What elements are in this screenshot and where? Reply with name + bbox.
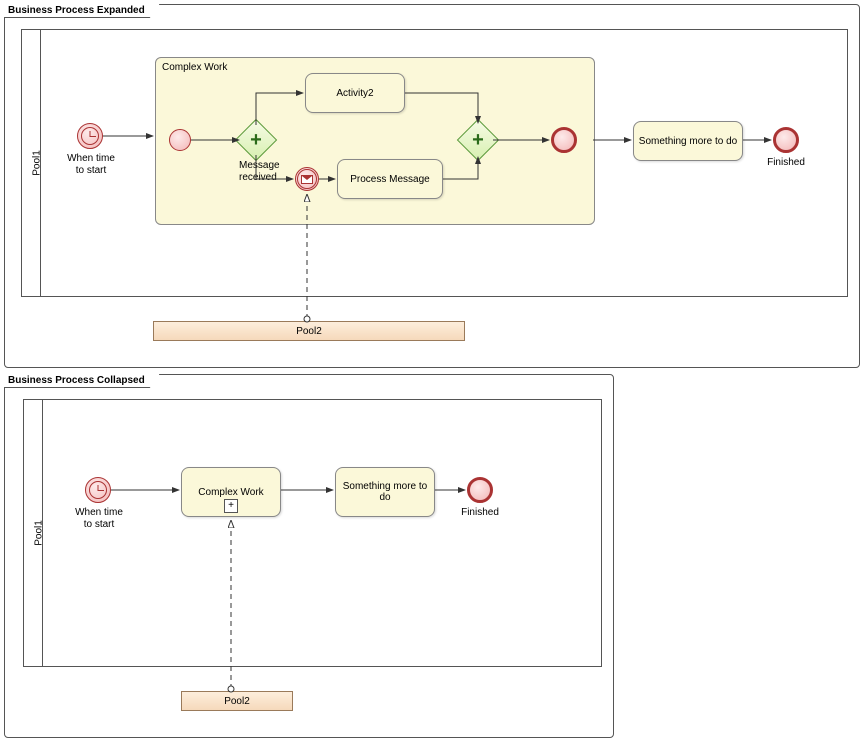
plus-icon: + <box>472 130 484 150</box>
activity-complex-work-collapsed[interactable]: Complex Work + <box>181 467 281 517</box>
clock-icon <box>81 127 99 145</box>
clock-icon <box>89 481 107 499</box>
frame-expanded-title: Business Process Expanded <box>4 4 160 18</box>
end-event-finished-collapsed[interactable] <box>467 477 493 503</box>
timer-start-label-collapsed: When time to start <box>71 507 127 531</box>
activity-label: Something more to do <box>338 481 432 503</box>
finished-label-expanded: Finished <box>761 157 811 169</box>
collapse-marker-icon: + <box>224 499 238 513</box>
frame-collapsed: Business Process Collapsed Pool1 When ti… <box>4 374 614 738</box>
envelope-icon <box>301 175 313 184</box>
pool1-bar-expanded: Pool1 <box>21 29 41 297</box>
frame-collapsed-title: Business Process Collapsed <box>4 374 160 388</box>
pool2-label-collapsed: Pool2 <box>224 696 250 707</box>
pool2-collapsed[interactable]: Pool2 <box>181 691 293 711</box>
subprocess-end-event[interactable] <box>551 127 577 153</box>
end-event-finished-expanded[interactable] <box>773 127 799 153</box>
activity-label: Activity2 <box>336 88 373 99</box>
activity-label: Something more to do <box>639 136 737 147</box>
activity-label: Process Message <box>350 174 429 185</box>
timer-start-event-collapsed[interactable] <box>85 477 111 503</box>
activity-something-more-collapsed[interactable]: Something more to do <box>335 467 435 517</box>
pool1-bar-collapsed: Pool1 <box>23 399 43 667</box>
activity-something-more-expanded[interactable]: Something more to do <box>633 121 743 161</box>
diagram-canvas: Business Process Expanded Pool1 When tim… <box>0 0 864 750</box>
lane-collapsed <box>42 399 602 667</box>
activity-process-message[interactable]: Process Message <box>337 159 443 199</box>
gateway-split[interactable]: + <box>241 125 271 155</box>
subprocess-title: Complex Work <box>162 62 227 73</box>
plus-icon: + <box>250 130 262 150</box>
subprocess-start-event[interactable] <box>169 129 191 151</box>
timer-start-label-expanded: When time to start <box>63 153 119 177</box>
pool2-label-expanded: Pool2 <box>296 326 322 337</box>
activity-label: Complex Work <box>198 487 263 498</box>
message-intermediate-event[interactable] <box>295 167 319 191</box>
finished-label-collapsed: Finished <box>455 507 505 519</box>
pool2-expanded[interactable]: Pool2 <box>153 321 465 341</box>
frame-expanded: Business Process Expanded Pool1 When tim… <box>4 4 860 368</box>
activity-activity2[interactable]: Activity2 <box>305 73 405 113</box>
gateway-join[interactable]: + <box>463 125 493 155</box>
timer-start-event-expanded[interactable] <box>77 123 103 149</box>
